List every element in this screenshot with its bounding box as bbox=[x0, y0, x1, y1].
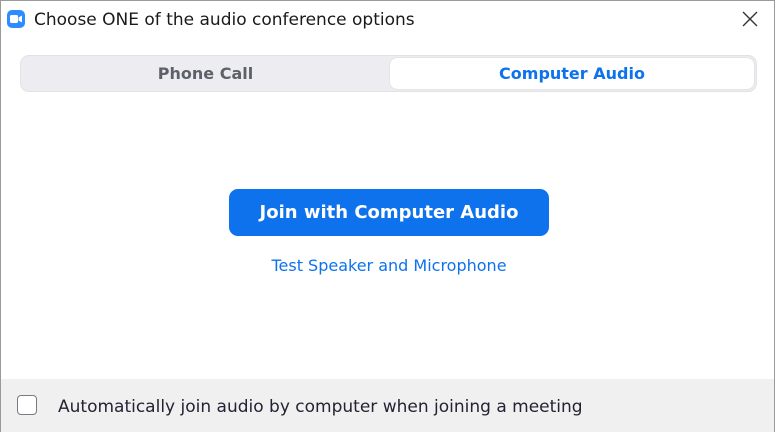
tab-computer-audio[interactable]: Computer Audio bbox=[390, 58, 754, 89]
audio-mode-tabs: Phone Call Computer Audio bbox=[20, 55, 757, 92]
dialog-footer: Automatically join audio by computer whe… bbox=[1, 379, 774, 432]
close-button[interactable] bbox=[734, 4, 766, 34]
auto-join-audio-checkbox[interactable] bbox=[17, 395, 37, 415]
audio-options-dialog: Choose ONE of the audio conference optio… bbox=[0, 0, 775, 432]
dialog-title: Choose ONE of the audio conference optio… bbox=[34, 10, 415, 30]
test-speaker-and-microphone-link[interactable]: Test Speaker and Microphone bbox=[229, 256, 549, 275]
title-bar: Choose ONE of the audio conference optio… bbox=[1, 1, 774, 39]
zoom-camera-icon bbox=[7, 10, 25, 28]
auto-join-audio-label[interactable]: Automatically join audio by computer whe… bbox=[58, 397, 583, 417]
join-with-computer-audio-button[interactable]: Join with Computer Audio bbox=[229, 189, 549, 236]
close-icon bbox=[742, 11, 758, 27]
tab-phone-call[interactable]: Phone Call bbox=[23, 58, 388, 89]
